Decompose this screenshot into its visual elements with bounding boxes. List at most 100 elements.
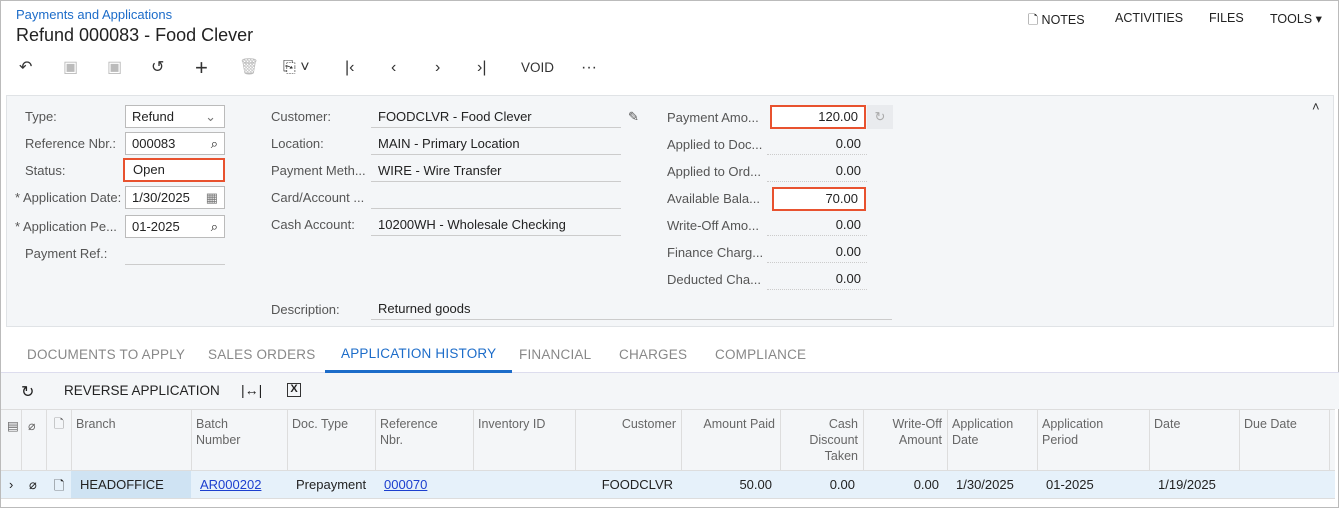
deducted-charges-field: 0.00: [767, 268, 867, 290]
activities-button[interactable]: ACTIVITIES: [1115, 11, 1183, 25]
files-button[interactable]: FILES: [1209, 11, 1244, 25]
column-divider[interactable]: [575, 410, 576, 472]
first-icon[interactable]: |‹: [345, 58, 354, 78]
tab-documents-to-apply[interactable]: DOCUMENTS TO APPLY: [27, 347, 185, 362]
column-header-doc-type[interactable]: Doc. Type: [292, 416, 348, 432]
payment-amount-field[interactable]: 120.00: [770, 105, 866, 129]
reverse-application-button[interactable]: REVERSE APPLICATION: [64, 383, 220, 398]
reference-label: Reference Nbr.:: [25, 136, 117, 151]
search-icon[interactable]: ⌕: [211, 133, 218, 154]
collapse-icon[interactable]: ˄: [1312, 99, 1320, 114]
column-header-application-period[interactable]: Application Period: [1042, 416, 1103, 448]
column-divider[interactable]: [1149, 410, 1150, 472]
back-icon[interactable]: ↶: [19, 58, 32, 78]
expand-icon[interactable]: ›: [9, 477, 13, 492]
note-icon: 🗋: [54, 417, 65, 431]
cell-batch-number[interactable]: AR000202: [200, 477, 261, 492]
column-divider[interactable]: [191, 410, 192, 472]
copy-paste-icon[interactable]: ⎘ ˅: [283, 58, 310, 78]
cash-account-field[interactable]: 10200WH - Wholesale Checking: [371, 214, 621, 236]
status-label: Status:: [25, 163, 66, 178]
description-field[interactable]: Returned goods: [371, 298, 892, 320]
table-row[interactable]: › ⌀ 🗋 HEADOFFICE AR000202 Prepayment 000070…: [1, 471, 1335, 499]
previous-icon[interactable]: ‹: [391, 58, 396, 78]
tab-financial[interactable]: FINANCIAL: [519, 347, 591, 362]
column-divider[interactable]: [473, 410, 474, 472]
save-close-icon[interactable]: ▣: [63, 58, 78, 78]
delete-icon[interactable]: 🗑: [239, 58, 259, 78]
column-divider[interactable]: [1037, 410, 1038, 472]
search-icon[interactable]: ⌕: [211, 216, 218, 237]
column-divider[interactable]: [863, 410, 864, 472]
type-select[interactable]: Refund ⌄: [125, 105, 225, 128]
cell-date: 1/19/2025: [1158, 477, 1216, 492]
column-divider[interactable]: [375, 410, 376, 472]
applied-to-documents-field: 0.00: [767, 133, 867, 155]
column-divider[interactable]: [287, 410, 288, 472]
attachment-icon: ⌀: [28, 419, 36, 433]
tab-charges[interactable]: CHARGES: [619, 347, 687, 362]
column-divider[interactable]: [681, 410, 682, 472]
column-divider[interactable]: [947, 410, 948, 472]
write-off-amount-field: 0.00: [767, 214, 867, 236]
tab-sales-orders[interactable]: SALES ORDERS: [208, 347, 315, 362]
location-field[interactable]: MAIN - Primary Location: [371, 133, 621, 155]
column-divider[interactable]: [1239, 410, 1240, 472]
column-header-amount-paid[interactable]: Amount Paid: [703, 416, 775, 432]
void-button[interactable]: VOID: [521, 58, 554, 78]
column-header-customer[interactable]: Customer: [622, 416, 676, 432]
application-period-label: * Application Pe...: [15, 219, 117, 234]
application-date-value: 1/30/2025: [132, 190, 190, 205]
column-divider[interactable]: [780, 410, 781, 472]
column-header-cash-discount-taken[interactable]: Cash Discount Taken: [809, 416, 858, 464]
next-icon[interactable]: ›: [435, 58, 440, 78]
note-icon[interactable]: 🗋: [54, 477, 64, 499]
note-icon: 🗋: [1028, 13, 1039, 27]
reference-input[interactable]: 000083 ⌕: [125, 132, 225, 155]
location-label: Location:: [271, 136, 324, 151]
more-button[interactable]: ···: [581, 58, 597, 78]
type-label: Type:: [25, 109, 57, 124]
tab-application-history[interactable]: APPLICATION HISTORY: [325, 346, 513, 373]
column-header-date[interactable]: Date: [1154, 416, 1180, 432]
amount-label: Payment Amo...: [667, 110, 759, 125]
column-header-branch[interactable]: Branch: [76, 416, 116, 432]
payment-method-field[interactable]: WIRE - Wire Transfer: [371, 160, 621, 182]
column-divider[interactable]: [46, 410, 47, 472]
application-period-input[interactable]: 01-2025 ⌕: [125, 215, 225, 238]
customer-field[interactable]: FOODCLVR - Food Clever: [371, 106, 621, 128]
customer-label: Customer:: [271, 109, 331, 124]
export-excel-icon[interactable]: X: [287, 383, 301, 397]
column-header-reference-nbr[interactable]: Reference Nbr.: [380, 416, 438, 448]
attachment-icon[interactable]: ⌀: [29, 477, 37, 493]
undo-icon[interactable]: ↺: [151, 58, 164, 78]
last-icon[interactable]: ›|: [477, 58, 486, 78]
column-divider[interactable]: [21, 410, 22, 472]
column-divider[interactable]: [71, 410, 72, 472]
column-divider[interactable]: [1329, 410, 1330, 472]
chevron-down-icon: ⌄: [205, 109, 216, 124]
application-date-input[interactable]: 1/30/2025 ▦: [125, 186, 225, 209]
tab-compliance[interactable]: COMPLIANCE: [715, 347, 806, 362]
column-header-application-date[interactable]: Application Date: [952, 416, 1013, 448]
fit-columns-icon[interactable]: |↔|: [241, 382, 262, 398]
edit-icon[interactable]: ✎: [628, 109, 639, 125]
notes-button[interactable]: 🗋 NOTES: [1028, 11, 1085, 32]
amount-label: Applied to Ord...: [667, 164, 761, 179]
payment-method-label: Payment Meth...: [271, 163, 366, 178]
add-icon[interactable]: +: [195, 57, 208, 79]
card-account-field[interactable]: [371, 187, 621, 209]
page-title: Refund 000083 - Food Clever: [16, 25, 254, 45]
cell-reference-nbr[interactable]: 000070: [384, 477, 427, 492]
tools-button[interactable]: TOOLS ▾: [1270, 11, 1322, 26]
refresh-icon[interactable]: ↻: [21, 382, 34, 402]
column-header-write-off-amount[interactable]: Write-Off Amount: [892, 416, 942, 448]
breadcrumb[interactable]: Payments and Applications: [16, 7, 172, 22]
payment-ref-input[interactable]: [125, 243, 225, 265]
refresh-icon[interactable]: ↻: [867, 105, 893, 129]
column-header-batch-number[interactable]: Batch Number: [196, 416, 240, 448]
column-header-due-date[interactable]: Due Date: [1244, 416, 1297, 432]
column-header-inventory-id[interactable]: Inventory ID: [478, 416, 545, 432]
calendar-icon[interactable]: ▦: [206, 187, 218, 208]
save-icon[interactable]: ▣: [107, 58, 122, 78]
